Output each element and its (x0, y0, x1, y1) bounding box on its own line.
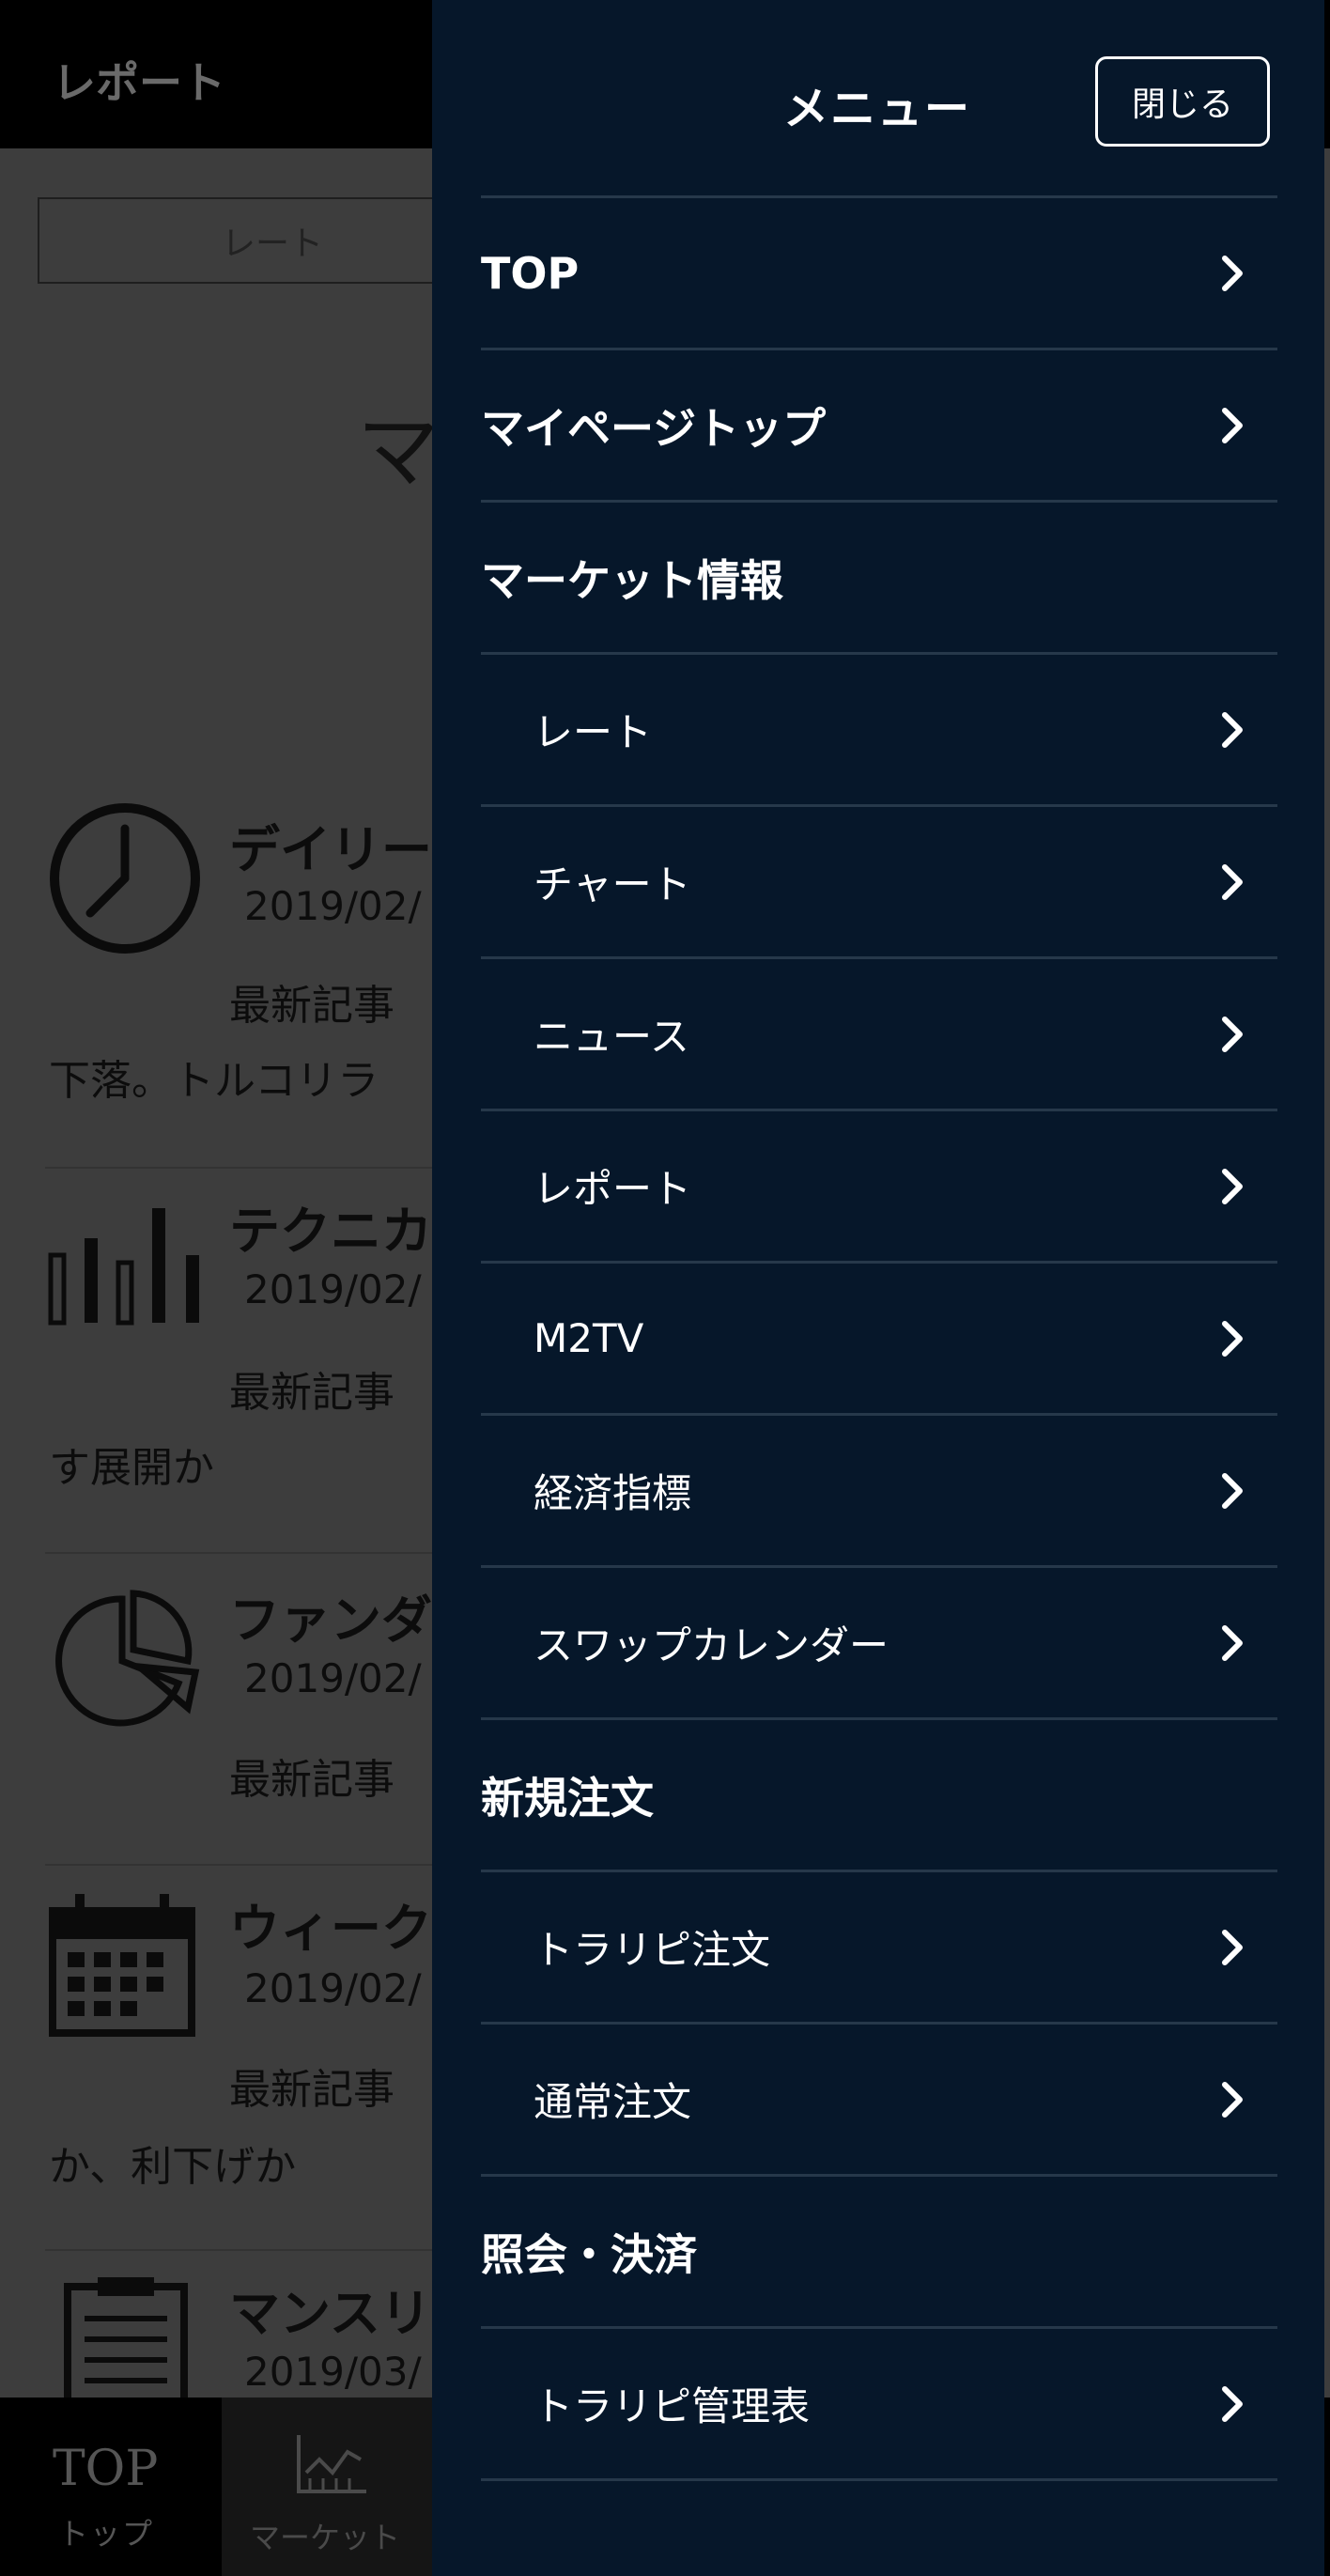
menu-item-label: ニュース (534, 1014, 689, 1060)
menu-item-14[interactable]: トラリピ管理表 (481, 2326, 1277, 2478)
report-name: デイリー (229, 820, 432, 879)
menu-section-13: 照会・決済 (481, 2174, 1277, 2326)
report-latest-label: 最新記事 (229, 1756, 394, 1804)
line-chart-icon (297, 2435, 366, 2493)
menu-item-label: チャート (534, 861, 691, 908)
menu-item-label: M2TV (534, 1315, 644, 1361)
menu-item-12[interactable]: 通常注文 (481, 2022, 1277, 2174)
menu-section-2: マーケット情報 (481, 500, 1277, 652)
nav-top[interactable]: TOP トップ (0, 2398, 222, 2576)
menu-item-label: マイページトップ (481, 402, 827, 454)
report-name: ファンダ (229, 1591, 432, 1650)
clipboard-icon (64, 2277, 188, 2405)
chevron-right-icon (1222, 1168, 1243, 1204)
drawer-title: メニュー (783, 83, 972, 135)
chevron-right-icon (1222, 1624, 1243, 1661)
report-name: マンスリ (229, 2284, 431, 2343)
chevron-right-icon (1222, 1472, 1243, 1509)
report-snippet: 下落。トルコリラ (49, 1057, 379, 1105)
menu-item-7[interactable]: M2TV (481, 1261, 1277, 1413)
report-name: テクニカ (229, 1202, 432, 1261)
menu-item-label: レート (534, 709, 653, 755)
report-date: 2019/02/ (244, 1965, 422, 2011)
report-snippet: す展開か (49, 1444, 214, 1492)
menu-item-4[interactable]: チャート (481, 804, 1277, 956)
page-title: レポート (53, 57, 225, 108)
menu-item-label: トラリピ管理表 (534, 2383, 811, 2429)
menu-section-10: 新規注文 (481, 1717, 1277, 1870)
menu-item-8[interactable]: 経済指標 (481, 1413, 1277, 1565)
nav-top-sublabel: トップ (58, 2516, 155, 2552)
nav-top-label: TOP (53, 2441, 159, 2497)
divider (45, 1864, 496, 1866)
chevron-right-icon (1222, 863, 1243, 900)
menu-item-label: スワップカレンダー (534, 1622, 889, 1668)
chevron-right-icon (1222, 2081, 1243, 2118)
menu-item-label: レポート (534, 1166, 692, 1212)
report-name: ウィーク (229, 1899, 432, 1958)
report-date: 2019/02/ (244, 1655, 422, 1701)
menu-item-label: 新規注文 (481, 1772, 654, 1823)
chevron-right-icon (1222, 1320, 1243, 1357)
menu-item-label: 照会・決済 (481, 2228, 697, 2280)
divider (45, 1552, 496, 1554)
chevron-right-icon (1222, 711, 1243, 748)
chevron-right-icon (1222, 407, 1243, 443)
report-latest-label: 最新記事 (229, 2066, 394, 2114)
report-date: 2019/02/ (244, 883, 422, 929)
menu-section-1[interactable]: マイページトップ (481, 348, 1277, 500)
report-latest-label: 最新記事 (229, 982, 394, 1030)
menu-item-5[interactable]: ニュース (481, 956, 1277, 1109)
menu-item-11[interactable]: トラリピ注文 (481, 1870, 1277, 2022)
chevron-right-icon (1222, 255, 1243, 291)
section-heading: マ (357, 403, 441, 500)
menu-item-label: TOP (481, 247, 580, 299)
report-date: 2019/03/ (244, 2349, 422, 2395)
chevron-right-icon (1222, 2385, 1243, 2422)
divider (481, 2478, 1277, 2481)
nav-market[interactable]: マーケット (222, 2398, 447, 2576)
clock-icon (50, 803, 200, 954)
pie-chart-icon (55, 1590, 200, 1727)
chevron-right-icon (1222, 1016, 1243, 1052)
menu-item-9[interactable]: スワップカレンダー (481, 1565, 1277, 1717)
divider (45, 2249, 496, 2251)
nav-market-label: マーケット (250, 2520, 401, 2555)
chevron-right-icon (1222, 1929, 1243, 1965)
menu-item-3[interactable]: レート (481, 652, 1277, 804)
menu-item-6[interactable]: レポート (481, 1109, 1277, 1261)
report-date: 2019/02/ (244, 1266, 422, 1312)
menu-item-label: 通常注文 (534, 2079, 692, 2125)
menu-list: TOP マイページトップ マーケット情報レートチャートニュースレポート M2TV 経済指… (481, 195, 1277, 2481)
divider (45, 1167, 496, 1169)
bar-chart-icon (48, 1208, 199, 1326)
menu-item-label: 経済指標 (534, 1470, 692, 1516)
calendar-icon (49, 1894, 195, 2037)
close-button[interactable]: 閉じる (1095, 56, 1270, 147)
report-latest-label: 最新記事 (229, 1369, 394, 1417)
menu-drawer: メニュー 閉じる TOP マイページトップ マーケット情報レートチャートニュースレポ… (432, 0, 1324, 2576)
menu-item-label: マーケット情報 (481, 554, 783, 606)
menu-item-label: トラリピ注文 (534, 1927, 771, 1973)
menu-section-0[interactable]: TOP (481, 195, 1277, 348)
report-snippet: か、利下げか (49, 2143, 297, 2191)
